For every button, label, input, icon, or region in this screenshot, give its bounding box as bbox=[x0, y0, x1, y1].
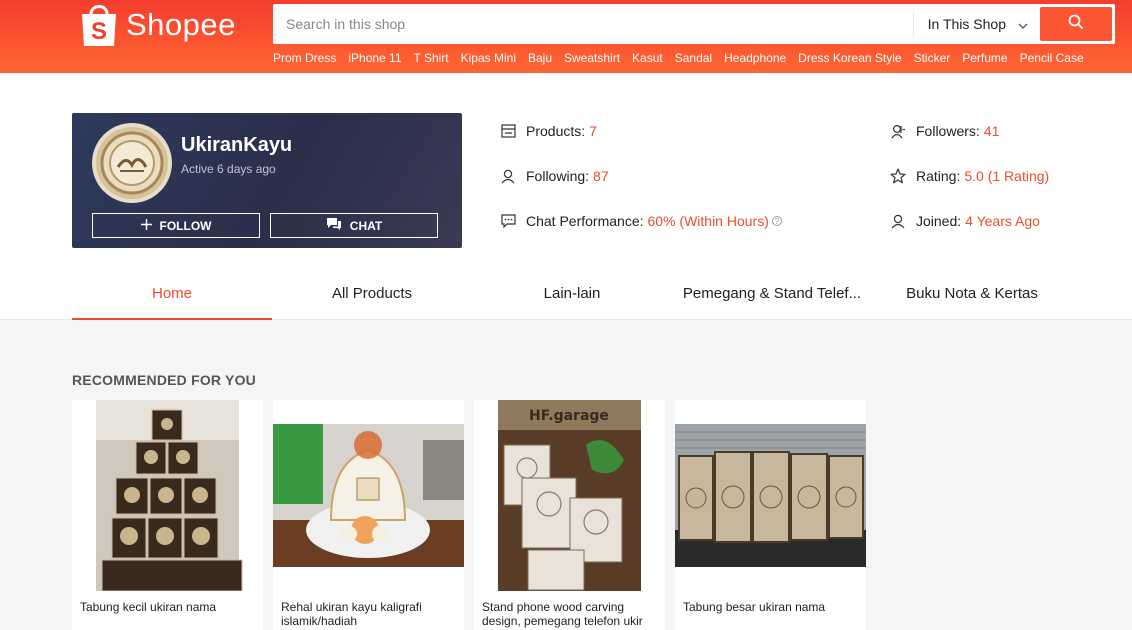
header: S Shopee In This Shop Prom Dress iPhone … bbox=[0, 0, 1132, 73]
stat-joined-label: Joined: bbox=[916, 213, 962, 229]
chat-bubble-icon bbox=[500, 213, 516, 229]
svg-text:S: S bbox=[91, 18, 107, 45]
search-scope-label: In This Shop bbox=[927, 16, 1006, 32]
stat-followers: Followers: 41 bbox=[890, 123, 999, 139]
star-icon bbox=[890, 168, 906, 184]
search-hint-link[interactable]: Sticker bbox=[914, 51, 951, 65]
followers-icon bbox=[890, 123, 906, 139]
tab-phone-stand[interactable]: Pemegang & Stand Telef... bbox=[672, 273, 872, 320]
svg-text:HF.garage: HF.garage bbox=[529, 408, 609, 424]
product-image bbox=[72, 400, 263, 591]
shop-avatar[interactable] bbox=[92, 123, 172, 203]
shop-tabs: Home All Products Lain-lain Pemegang & S… bbox=[72, 273, 1072, 320]
stat-chat-performance-value: 60% (Within Hours) bbox=[647, 213, 769, 229]
chat-icon bbox=[326, 217, 342, 234]
search-hint-link[interactable]: T Shirt bbox=[414, 51, 449, 65]
stat-products-value: 7 bbox=[589, 123, 597, 139]
product-title: Rehal ukiran kayu kaligrafi islamik/hadi… bbox=[281, 600, 422, 628]
product-image bbox=[675, 400, 866, 591]
shopping-bag-icon: S bbox=[78, 2, 120, 48]
stat-followers-value: 41 bbox=[983, 123, 1000, 139]
stat-following-value[interactable]: 87 bbox=[593, 168, 609, 184]
search-hint-link[interactable]: Prom Dress bbox=[273, 51, 336, 65]
product-card[interactable]: Tabung besar ukiran nama bbox=[675, 400, 866, 630]
search-bar: In This Shop bbox=[273, 4, 1115, 44]
store-icon bbox=[500, 123, 516, 139]
stat-rating: Rating: 5.0 (1 Rating) bbox=[890, 168, 1049, 184]
help-icon[interactable]: ? bbox=[771, 216, 782, 226]
chat-button-label: CHAT bbox=[349, 218, 383, 233]
product-title: Tabung kecil ukiran nama bbox=[80, 600, 217, 614]
chat-button[interactable]: CHAT bbox=[270, 213, 438, 238]
stat-products: Products: 7 bbox=[500, 123, 597, 139]
product-grid: Tabung kecil ukiran nama Rehal ukiran ka… bbox=[72, 400, 866, 630]
follow-button[interactable]: FOLLOW bbox=[92, 213, 260, 238]
stat-joined: Joined: 4 Years Ago bbox=[890, 213, 1040, 229]
stat-following: Following: 87 bbox=[500, 168, 609, 184]
search-hint-link[interactable]: Dress Korean Style bbox=[798, 51, 901, 65]
search-hint-link[interactable]: Kasut bbox=[632, 51, 663, 65]
search-input[interactable] bbox=[276, 7, 913, 41]
follow-button-label: FOLLOW bbox=[159, 218, 212, 233]
product-title: Stand phone wood carving design, pemegan… bbox=[482, 600, 643, 628]
shop-card: UkiranKayu Active 6 days ago FOLLOW CHAT bbox=[72, 113, 462, 248]
search-hint-link[interactable]: iPhone 11 bbox=[348, 51, 401, 65]
shop-name: UkiranKayu bbox=[181, 134, 293, 156]
stat-rating-label: Rating: bbox=[916, 168, 961, 184]
tab-all-products[interactable]: All Products bbox=[272, 273, 472, 320]
stat-chat-performance: Chat Performance: 60% (Within Hours) ? bbox=[500, 213, 782, 229]
stat-following-label: Following: bbox=[526, 168, 590, 184]
search-hint-link[interactable]: Baju bbox=[528, 51, 552, 65]
search-icon bbox=[1068, 14, 1084, 35]
search-hint-link[interactable]: Perfume bbox=[962, 51, 1007, 65]
search-hint-link[interactable]: Headphone bbox=[724, 51, 786, 65]
search-scope-dropdown[interactable]: In This Shop bbox=[912, 11, 1040, 37]
chevron-down-icon bbox=[1018, 16, 1028, 32]
search-hints: Prom Dress iPhone 11 T Shirt Kipas Mini … bbox=[273, 51, 1096, 65]
person-icon bbox=[500, 168, 516, 184]
stat-rating-value[interactable]: 5.0 (1 Rating) bbox=[964, 168, 1049, 184]
stat-followers-label: Followers: bbox=[916, 123, 980, 139]
stat-products-label: Products: bbox=[526, 123, 586, 139]
shop-section: UkiranKayu Active 6 days ago FOLLOW CHAT… bbox=[0, 73, 1132, 320]
product-card[interactable]: Rehal ukiran kayu kaligrafi islamik/hadi… bbox=[273, 400, 464, 630]
person-icon bbox=[890, 213, 906, 229]
search-hint-link[interactable]: Sandal bbox=[675, 51, 712, 65]
product-image: HF.garage bbox=[474, 400, 665, 591]
product-title: Tabung besar ukiran nama bbox=[683, 600, 826, 614]
logo-text: Shopee bbox=[126, 7, 236, 42]
product-image bbox=[273, 400, 464, 591]
tab-lain-lain[interactable]: Lain-lain bbox=[472, 273, 672, 320]
tab-notebooks[interactable]: Buku Nota & Kertas bbox=[872, 273, 1072, 320]
recommended-heading: RECOMMENDED FOR YOU bbox=[72, 372, 256, 388]
stat-joined-value: 4 Years Ago bbox=[965, 213, 1040, 229]
search-button[interactable] bbox=[1040, 7, 1112, 41]
shop-active-status: Active 6 days ago bbox=[181, 162, 276, 176]
product-card[interactable]: HF.garage Stand phone wood carving desig… bbox=[474, 400, 665, 630]
search-hint-link[interactable]: Pencil Case bbox=[1020, 51, 1084, 65]
tab-home[interactable]: Home bbox=[72, 273, 272, 320]
shopee-logo[interactable]: S Shopee bbox=[78, 2, 236, 48]
product-card[interactable]: Tabung kecil ukiran nama bbox=[72, 400, 263, 630]
search-hint-link[interactable]: Sweatshirt bbox=[564, 51, 620, 65]
plus-icon bbox=[140, 218, 152, 233]
search-hint-link[interactable]: Kipas Mini bbox=[461, 51, 516, 65]
stat-chat-performance-label: Chat Performance: bbox=[526, 213, 644, 229]
